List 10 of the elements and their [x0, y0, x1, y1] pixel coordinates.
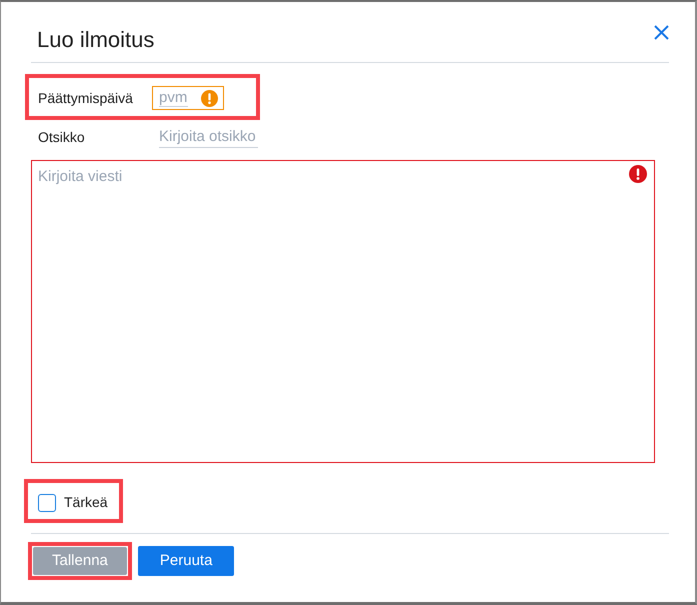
close-icon — [654, 25, 669, 40]
message-field[interactable]: Kirjoita viesti — [31, 160, 655, 463]
button[interactable]: Peruuta — [138, 546, 234, 576]
field-label: Päättymispäivä — [38, 88, 134, 108]
dialog-title: Luo ilmoitus — [37, 26, 154, 54]
close-button[interactable] — [654, 25, 669, 40]
text-field[interactable]: Kirjoita otsikko — [159, 128, 258, 148]
checkbox-label: Tärkeä — [64, 493, 108, 512]
field-label: Otsikko — [38, 128, 86, 146]
checkbox[interactable] — [38, 494, 56, 512]
